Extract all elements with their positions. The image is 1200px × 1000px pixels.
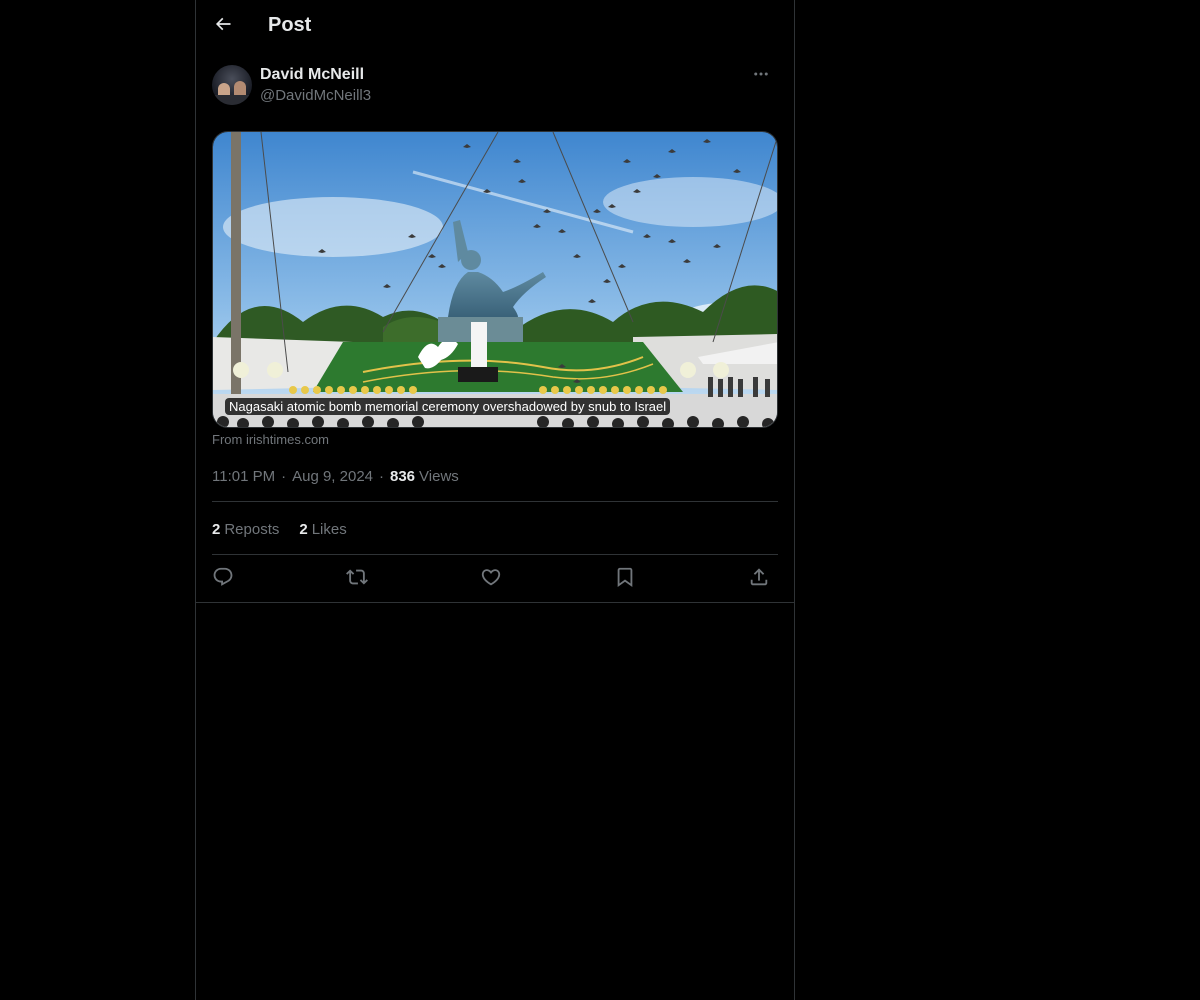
author-row: David McNeill @DavidMcNeill3 [212,64,778,108]
heart-icon [480,566,502,593]
card-source[interactable]: From irishtimes.com [212,432,329,447]
more-button[interactable] [744,64,778,88]
divider [212,501,778,502]
arrow-left-icon [213,14,233,39]
link-card[interactable]: Nagasaki atomic bomb memorial ceremony o… [212,131,778,428]
divider [212,554,778,555]
card-caption: Nagasaki atomic bomb memorial ceremony o… [225,398,671,415]
likes-count: 2 [299,520,308,538]
repost-icon [346,566,368,593]
post-bottom-border [196,602,794,603]
post-column: Post David McNeill @DavidMcNeill3 Nagasa… [195,0,795,1000]
share-icon [748,566,770,593]
reposts-stat[interactable]: 2 Reposts [212,521,279,538]
card-image [213,132,777,427]
reposts-label: Reposts [224,520,280,538]
author-handle[interactable]: @DavidMcNeill3 [260,87,371,104]
author-name[interactable]: David McNeill [260,66,364,84]
reposts-count: 2 [212,520,221,538]
likes-label: Likes [311,520,347,538]
post-time[interactable]: 11:01 PM [212,468,275,485]
back-button[interactable] [208,11,238,41]
like-button[interactable] [476,565,506,593]
top-bar: Post [196,0,794,54]
meta-separator: · [281,467,287,485]
share-button[interactable] [744,565,774,593]
avatar[interactable] [212,65,252,105]
repost-button[interactable] [342,565,372,593]
page-title: Post [268,14,312,36]
views-label: Views [419,467,459,485]
meta-separator: · [379,467,384,485]
reply-button[interactable] [208,565,238,593]
post-meta: 11:01 PM · Aug 9, 2024 · 836 Views [212,466,459,486]
likes-stat[interactable]: 2 Likes [299,521,346,538]
more-horizontal-icon [752,65,770,88]
bookmark-icon [614,566,636,593]
actions-row [212,565,778,593]
views-count: 836 [390,467,416,485]
bookmark-button[interactable] [610,565,640,593]
stats-row: 2 Reposts 2 Likes [212,519,367,539]
post-date[interactable]: Aug 9, 2024 [292,468,373,485]
reply-icon [212,566,234,593]
